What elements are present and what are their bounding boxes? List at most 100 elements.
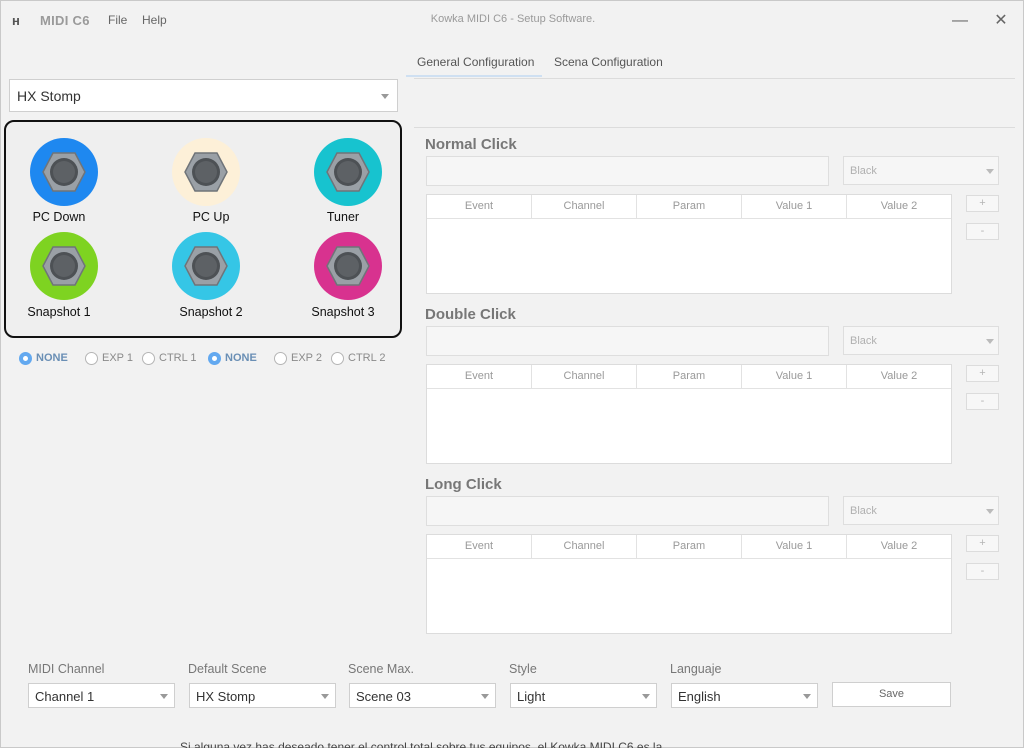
color-select-value: Black [850, 165, 877, 177]
menu-file[interactable]: File [108, 13, 127, 27]
chevron-down-icon [321, 694, 329, 699]
long-click-remove-button[interactable]: - [966, 563, 999, 580]
menu-help[interactable]: Help [142, 13, 167, 27]
long-click-color-select[interactable]: Black [843, 496, 999, 525]
normal-click-color-select[interactable]: Black [843, 156, 999, 185]
footswitch-label-snapshot-2: Snapshot 2 [179, 305, 243, 319]
double-click-add-button[interactable]: + [966, 365, 999, 382]
double-click-color-select[interactable]: Black [843, 326, 999, 355]
midi-channel-value: Channel 1 [35, 689, 95, 704]
section-divider [414, 127, 1015, 128]
col-value-2: Value 2 [880, 370, 918, 382]
device-select-value: HX Stomp [17, 88, 81, 104]
radio-exp-2[interactable]: EXP 2 [274, 351, 322, 365]
double-click-name-input[interactable] [426, 326, 829, 356]
scene-max-value: Scene 03 [356, 689, 411, 704]
radio-ctrl-2[interactable]: CTRL 2 [331, 351, 386, 365]
app-logo: ʜ [12, 13, 20, 28]
col-value-2: Value 2 [880, 540, 918, 552]
col-event: Event [427, 195, 532, 218]
radio-exp-1[interactable]: EXP 1 [85, 351, 133, 365]
chevron-down-icon [803, 694, 811, 699]
radio-dot [274, 351, 287, 365]
col-event: Event [427, 535, 532, 558]
col-event: Event [427, 365, 532, 388]
default-scene-label: Default Scene [188, 662, 267, 676]
app-window: ʜ MIDI C6 File Help Kowka MIDI C6 - Setu… [0, 0, 1024, 748]
footswitch-jack-icon [42, 150, 86, 194]
app-name: MIDI C6 [40, 13, 90, 28]
style-value: Light [517, 689, 546, 704]
default-scene-select[interactable]: HX Stomp [189, 683, 336, 708]
color-select-value: Black [850, 335, 877, 347]
footswitch-snapshot-1[interactable] [30, 232, 98, 300]
col-param: Param [637, 365, 742, 388]
double-click-remove-button[interactable]: - [966, 393, 999, 410]
event-table-header: Event Channel Param Value 1 Value 2 [427, 365, 951, 389]
col-param: Param [637, 535, 742, 558]
chevron-down-icon [381, 94, 389, 99]
radio-dot [142, 351, 155, 365]
long-click-add-button[interactable]: + [966, 535, 999, 552]
chevron-down-icon [986, 169, 994, 174]
minimize-button[interactable]: — [948, 9, 972, 33]
footswitch-label-pc-up: PC Up [192, 210, 230, 224]
col-value-1: Value 1 [742, 195, 847, 218]
style-select[interactable]: Light [510, 683, 657, 708]
footswitch-pc-down[interactable] [30, 138, 98, 206]
col-channel: Channel [532, 365, 637, 388]
radio-dot [208, 351, 221, 365]
normal-click-add-button[interactable]: + [966, 195, 999, 212]
midi-channel-select[interactable]: Channel 1 [28, 683, 175, 708]
radio-exp-left-none[interactable]: NONE [19, 351, 68, 365]
col-value-2: Value 2 [880, 200, 918, 212]
long-click-name-input[interactable] [426, 496, 829, 526]
tab-scena-configuration[interactable]: Scena Configuration [554, 55, 663, 69]
event-table-header: Event Channel Param Value 1 Value 2 [427, 195, 951, 219]
normal-click-remove-button[interactable]: - [966, 223, 999, 240]
active-tab-indicator [406, 75, 542, 77]
radio-dot [85, 351, 98, 365]
language-select[interactable]: English [671, 683, 818, 708]
scene-max-label: Scene Max. [348, 662, 415, 676]
midi-channel-label: MIDI Channel [28, 662, 105, 676]
radio-ctrl-1[interactable]: CTRL 1 [142, 351, 197, 365]
radio-label: EXP 1 [102, 352, 133, 364]
radio-label: EXP 2 [291, 352, 322, 364]
long-click-title: Long Click [425, 476, 502, 493]
col-param: Param [637, 195, 742, 218]
style-label: Style [509, 662, 537, 676]
close-button[interactable]: ✕ [989, 9, 1013, 33]
chevron-down-icon [986, 339, 994, 344]
footswitch-snapshot-2[interactable] [172, 232, 240, 300]
normal-click-event-table[interactable]: Event Channel Param Value 1 Value 2 [426, 194, 952, 294]
radio-exp-right-none[interactable]: NONE [208, 351, 257, 365]
long-click-event-table[interactable]: Event Channel Param Value 1 Value 2 [426, 534, 952, 634]
device-select[interactable]: HX Stomp [9, 79, 398, 112]
double-click-title: Double Click [425, 306, 516, 323]
footswitch-label-snapshot-3: Snapshot 3 [311, 305, 375, 319]
col-value-1: Value 1 [742, 365, 847, 388]
chevron-down-icon [481, 694, 489, 699]
normal-click-name-input[interactable] [426, 156, 829, 186]
save-button[interactable]: Save [832, 682, 951, 707]
tab-divider [414, 78, 1015, 79]
radio-label: CTRL 2 [348, 352, 386, 364]
footswitch-snapshot-3[interactable] [314, 232, 382, 300]
chevron-down-icon [986, 509, 994, 514]
event-table-header: Event Channel Param Value 1 Value 2 [427, 535, 951, 559]
radio-label: NONE [225, 352, 257, 364]
tab-general-configuration[interactable]: General Configuration [417, 55, 534, 69]
col-channel: Channel [532, 195, 637, 218]
double-click-event-table[interactable]: Event Channel Param Value 1 Value 2 [426, 364, 952, 464]
col-channel: Channel [532, 535, 637, 558]
footswitch-label-snapshot-1: Snapshot 1 [27, 305, 91, 319]
footswitch-tuner[interactable] [314, 138, 382, 206]
footswitch-label-tuner: Tuner [326, 210, 360, 224]
language-value: English [678, 689, 721, 704]
footswitch-pc-up[interactable] [172, 138, 240, 206]
footswitch-label-pc-down: PC Down [32, 210, 86, 224]
footswitch-jack-icon [42, 244, 86, 288]
scene-max-select[interactable]: Scene 03 [349, 683, 496, 708]
background-page-text: Si alguna vez has deseado tener el contr… [180, 740, 663, 748]
